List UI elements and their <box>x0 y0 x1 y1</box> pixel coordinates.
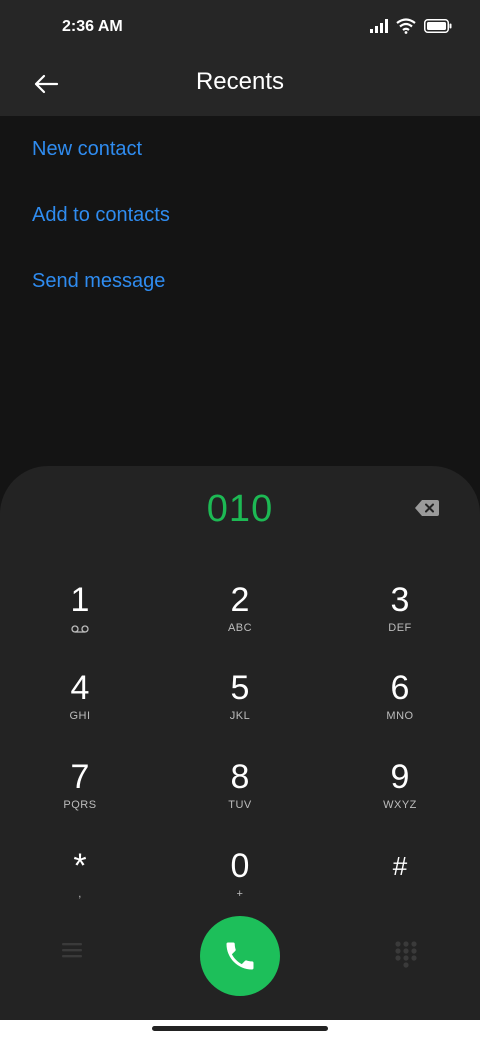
send-message-link[interactable]: Send message <box>32 270 165 293</box>
signal-icon <box>370 19 388 33</box>
home-indicator[interactable] <box>152 1026 328 1031</box>
app-header: Recents <box>0 56 480 116</box>
key-letters: , <box>78 888 82 900</box>
dialpad-key-9[interactable]: 9 WXYZ <box>340 757 460 837</box>
key-digit: 8 <box>230 758 250 796</box>
dialpad-key-4[interactable]: 4 GHI <box>20 668 140 748</box>
call-button[interactable] <box>200 916 280 996</box>
key-digit: 5 <box>230 669 250 707</box>
dialpad-key-1[interactable]: 1 <box>20 580 140 660</box>
wifi-icon <box>396 18 416 34</box>
status-icons <box>370 18 452 34</box>
key-letters: + <box>236 888 244 900</box>
menu-button[interactable] <box>60 940 88 968</box>
battery-icon <box>424 19 452 33</box>
backspace-button[interactable] <box>412 496 442 520</box>
navigation-bar <box>0 1020 480 1040</box>
page-title: Recents <box>195 68 285 95</box>
key-letters: DEF <box>388 622 412 634</box>
dialpad-key-hash[interactable]: # <box>340 846 460 926</box>
key-digit: # <box>392 851 408 881</box>
key-digit: 6 <box>390 669 410 707</box>
key-digit: 7 <box>70 758 90 796</box>
key-digit: 2 <box>230 581 250 619</box>
key-letters: GHI <box>69 710 91 722</box>
key-digit: * <box>73 847 87 885</box>
dialer-bottom-bar <box>0 916 480 996</box>
dialpad-key-5[interactable]: 5 JKL <box>180 668 300 748</box>
key-letters: JKL <box>229 710 251 722</box>
dialpad-key-2[interactable]: 2 ABC <box>180 580 300 660</box>
key-digit: 9 <box>390 758 410 796</box>
phone-icon <box>226 942 254 970</box>
new-contact-link[interactable]: New contact <box>32 138 142 161</box>
key-letters: MNO <box>386 710 414 722</box>
dialpad-key-3[interactable]: 3 DEF <box>340 580 460 660</box>
dialpad-key-7[interactable]: 7 PQRS <box>20 757 140 837</box>
menu-icon <box>62 943 82 958</box>
key-letters: ABC <box>227 622 253 634</box>
key-letters: TUV <box>228 799 252 811</box>
key-digit: 0 <box>230 847 250 885</box>
dialpad-key-6[interactable]: 6 MNO <box>340 668 460 748</box>
dialpad-toggle-button[interactable] <box>394 940 418 968</box>
dialpad-icon <box>395 941 417 968</box>
key-letters: WXYZ <box>383 799 417 811</box>
status-time: 2:36 AM <box>62 18 123 35</box>
key-letters: PQRS <box>63 799 97 811</box>
dialed-number: 010 <box>206 488 274 530</box>
status-bar: 2:36 AM <box>0 0 480 56</box>
dialpad-key-star[interactable]: * , <box>20 846 140 926</box>
key-digit: 1 <box>70 581 90 619</box>
backspace-icon <box>415 500 439 516</box>
add-to-contacts-link[interactable]: Add to contacts <box>32 204 170 227</box>
key-digit: 3 <box>390 581 410 619</box>
key-digit: 4 <box>70 669 90 707</box>
voicemail-icon <box>71 625 89 633</box>
dialpad-key-8[interactable]: 8 TUV <box>180 757 300 837</box>
dialpad-key-0[interactable]: 0 + <box>180 846 300 926</box>
